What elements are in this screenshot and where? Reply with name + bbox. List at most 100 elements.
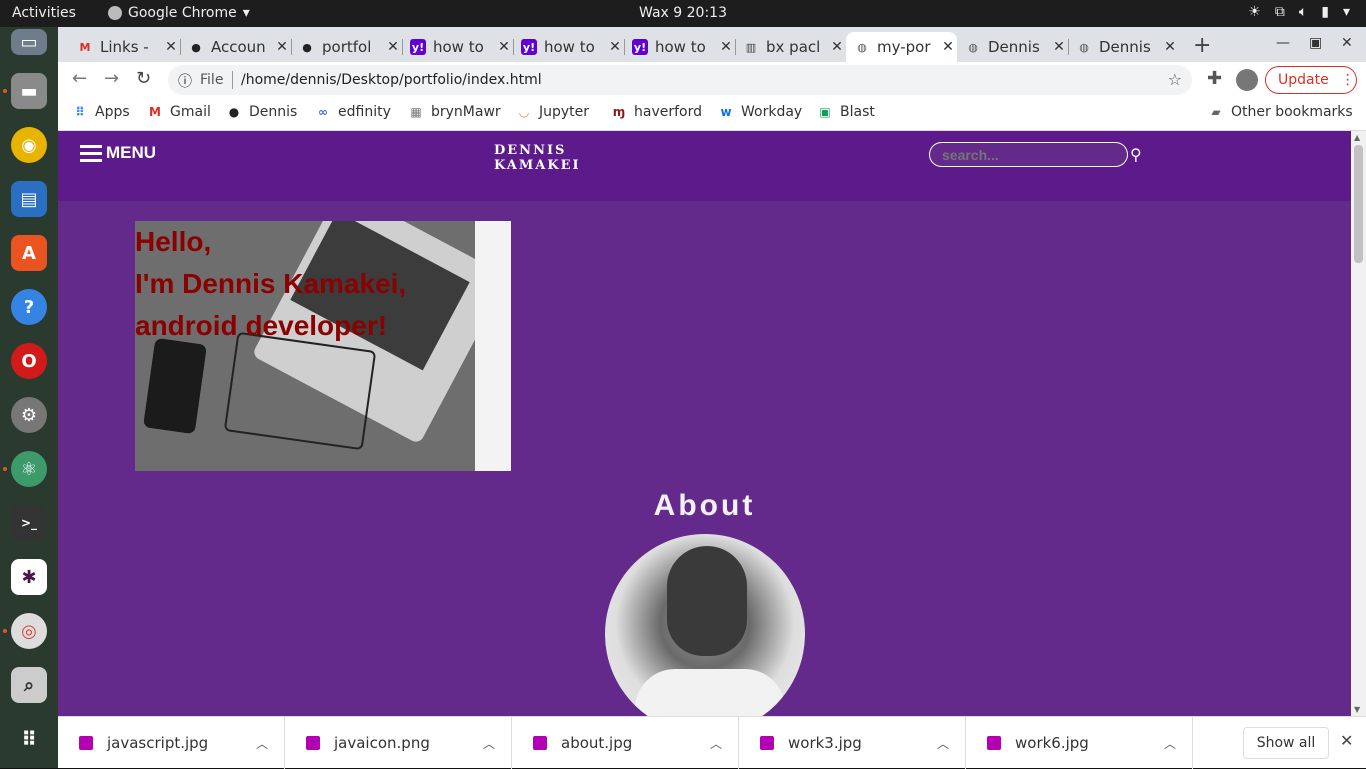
more-menu-icon: ⋮ [1340, 72, 1355, 88]
site-brand[interactable]: DENNIS KAMAKEI [494, 143, 581, 173]
download-item[interactable]: javascript.jpg ︿ [58, 717, 285, 769]
hero-line-1: Hello, [135, 226, 212, 257]
new-tab-button[interactable]: + [1193, 33, 1211, 58]
reload-button[interactable]: ↻ [136, 68, 151, 89]
show-all-button[interactable]: Show all [1243, 727, 1329, 759]
chevron-up-icon[interactable]: ︿ [1164, 735, 1176, 752]
download-item[interactable]: about.jpg ︿ [512, 717, 739, 769]
chrome-dock-icon[interactable]: ◎ [11, 613, 47, 649]
github-icon: ● [228, 105, 240, 119]
close-tab-icon[interactable]: ✕ [1050, 39, 1068, 55]
download-item[interactable]: work3.jpg ︿ [739, 717, 966, 769]
volume-icon: 🔈︎ [1298, 4, 1308, 20]
writer-icon[interactable]: ▤ [11, 181, 47, 217]
slack-icon[interactable]: ✱ [11, 559, 47, 595]
terminal-icon[interactable]: >_ [11, 505, 47, 541]
browser-tab[interactable]: ◍ Dennis ✕ [1068, 32, 1179, 62]
bookmark-item[interactable]: w Workday [718, 104, 802, 120]
show-applications-icon[interactable]: ⠿ [11, 721, 47, 757]
gmail-icon: M [79, 40, 91, 54]
close-tab-icon[interactable]: ✕ [273, 39, 291, 55]
info-icon[interactable]: ⓘ [178, 71, 192, 91]
close-window-button[interactable]: ✕ [1341, 35, 1353, 51]
bookmark-label: Workday [741, 104, 803, 120]
files-icon[interactable]: ▬ [11, 73, 47, 109]
downloads-bar: javascript.jpg ︿ javaicon.png ︿ about.jpg ︿ wo… [58, 716, 1366, 769]
download-item[interactable]: work6.jpg ︿ [966, 717, 1193, 769]
profile-avatar[interactable] [1236, 69, 1258, 91]
bookmark-item[interactable]: ▣ Blast [817, 104, 875, 120]
browser-tab[interactable]: y! how to ✕ [624, 32, 735, 62]
extensions-icon[interactable]: ✚ [1207, 68, 1222, 89]
close-tab-icon[interactable]: ✕ [606, 39, 624, 55]
menu-button[interactable]: MENU [80, 143, 156, 163]
software-center-icon[interactable]: A [11, 235, 47, 271]
back-button[interactable]: ← [72, 68, 87, 89]
browser-tab[interactable]: ● portfol ✕ [291, 32, 402, 62]
bookmark-item[interactable]: ▦ brynMawr [408, 104, 500, 120]
atom-icon[interactable]: ⚛ [11, 451, 47, 487]
dock-app-icon[interactable]: ▭ [11, 29, 47, 55]
other-bookmarks[interactable]: ▰ Other bookmarks [1208, 104, 1352, 120]
browser-tab[interactable]: y! how to ✕ [513, 32, 624, 62]
minimize-button[interactable]: — [1276, 35, 1290, 51]
bookmark-star-icon[interactable]: ☆ [1168, 70, 1182, 89]
close-downloads-icon[interactable]: ✕ [1340, 731, 1353, 750]
close-tab-icon[interactable]: ✕ [828, 39, 846, 55]
tab-label: portfol [322, 38, 372, 56]
chevron-up-icon[interactable]: ︿ [710, 735, 722, 752]
chevron-up-icon[interactable]: ︿ [256, 735, 268, 752]
search-icon[interactable]: ⚲ [1130, 145, 1142, 164]
bookmark-item[interactable]: ∞ edfinity [315, 104, 391, 120]
bookmark-item[interactable]: ɱ haverford [611, 104, 702, 120]
chevron-up-icon[interactable]: ︿ [937, 735, 949, 752]
browser-tab[interactable]: M Links - ✕ [69, 32, 180, 62]
browser-tab[interactable]: ◍ Dennis ✕ [957, 32, 1068, 62]
clock[interactable]: Wax 9 20:13 [0, 5, 1366, 21]
help-icon[interactable]: ? [11, 289, 47, 325]
browser-tab[interactable]: ▥ bx pacl ✕ [735, 32, 846, 62]
bookmark-label: Gmail [170, 104, 211, 120]
forward-button[interactable]: → [104, 68, 119, 89]
bookmark-item[interactable]: ● Dennis [226, 104, 298, 120]
download-item[interactable]: javaicon.png ︿ [285, 717, 512, 769]
tab-label: how to [433, 38, 484, 56]
browser-tab[interactable]: y! how to ✕ [402, 32, 513, 62]
bookmarks-bar: ⠿ Apps M Gmail ● Dennis ∞ edfinity ▦ brynMawr ◡ Jup… [58, 96, 1366, 131]
image-file-icon [306, 736, 320, 750]
address-bar[interactable]: ⓘ File /home/dennis/Desktop/portfolio/in… [168, 65, 1192, 95]
rhythmbox-icon[interactable]: ◉ [11, 127, 47, 163]
hero-line-2: I'm Dennis Kamakei, [135, 268, 407, 299]
update-button[interactable]: Update ⋮ [1265, 66, 1357, 94]
close-tab-icon[interactable]: ✕ [162, 39, 180, 55]
bookmark-item[interactable]: ⠿ Apps [72, 104, 130, 120]
close-tab-icon[interactable]: ✕ [384, 39, 402, 55]
settings-icon[interactable]: ⚙ [11, 397, 47, 433]
bookmark-item[interactable]: ◡ Jupyter [516, 104, 589, 120]
system-tray[interactable]: ☀ ⧉ 🔈︎ ▮ ▾ [1248, 4, 1350, 20]
close-tab-icon[interactable]: ✕ [939, 39, 957, 55]
college-icon: ▦ [410, 105, 422, 119]
close-tab-icon[interactable]: ✕ [1161, 39, 1179, 55]
search-tool-icon[interactable]: ⌕ [11, 667, 47, 703]
close-tab-icon[interactable]: ✕ [717, 39, 735, 55]
chevron-up-icon[interactable]: ︿ [483, 735, 495, 752]
browser-tab[interactable]: ● Accoun ✕ [180, 32, 291, 62]
close-tab-icon[interactable]: ✕ [495, 39, 513, 55]
tab-label: Dennis [1099, 38, 1151, 56]
download-filename: work3.jpg [788, 734, 862, 752]
page-scrollbar[interactable]: ▲ ▼ [1351, 131, 1366, 716]
phone-image [142, 337, 208, 435]
browser-tab[interactable]: ◍ my-por ✕ [846, 32, 957, 62]
url-text[interactable]: /home/dennis/Desktop/portfolio/index.htm… [241, 72, 542, 88]
maximize-button[interactable]: ▣ [1309, 35, 1322, 51]
brightness-icon: ☀ [1248, 4, 1261, 20]
globe-icon: ◍ [1079, 40, 1089, 54]
tab-strip: M Links - ✕ ● Accoun ✕ ● portfol ✕ y! how to ✕ y! how… [58, 27, 1366, 62]
site-search-input[interactable] [929, 142, 1128, 167]
download-filename: about.jpg [561, 734, 633, 752]
scheme-label: File [200, 72, 224, 88]
opera-icon[interactable]: O [11, 343, 47, 379]
bookmark-label: Apps [95, 104, 130, 120]
bookmark-item[interactable]: M Gmail [147, 104, 211, 120]
